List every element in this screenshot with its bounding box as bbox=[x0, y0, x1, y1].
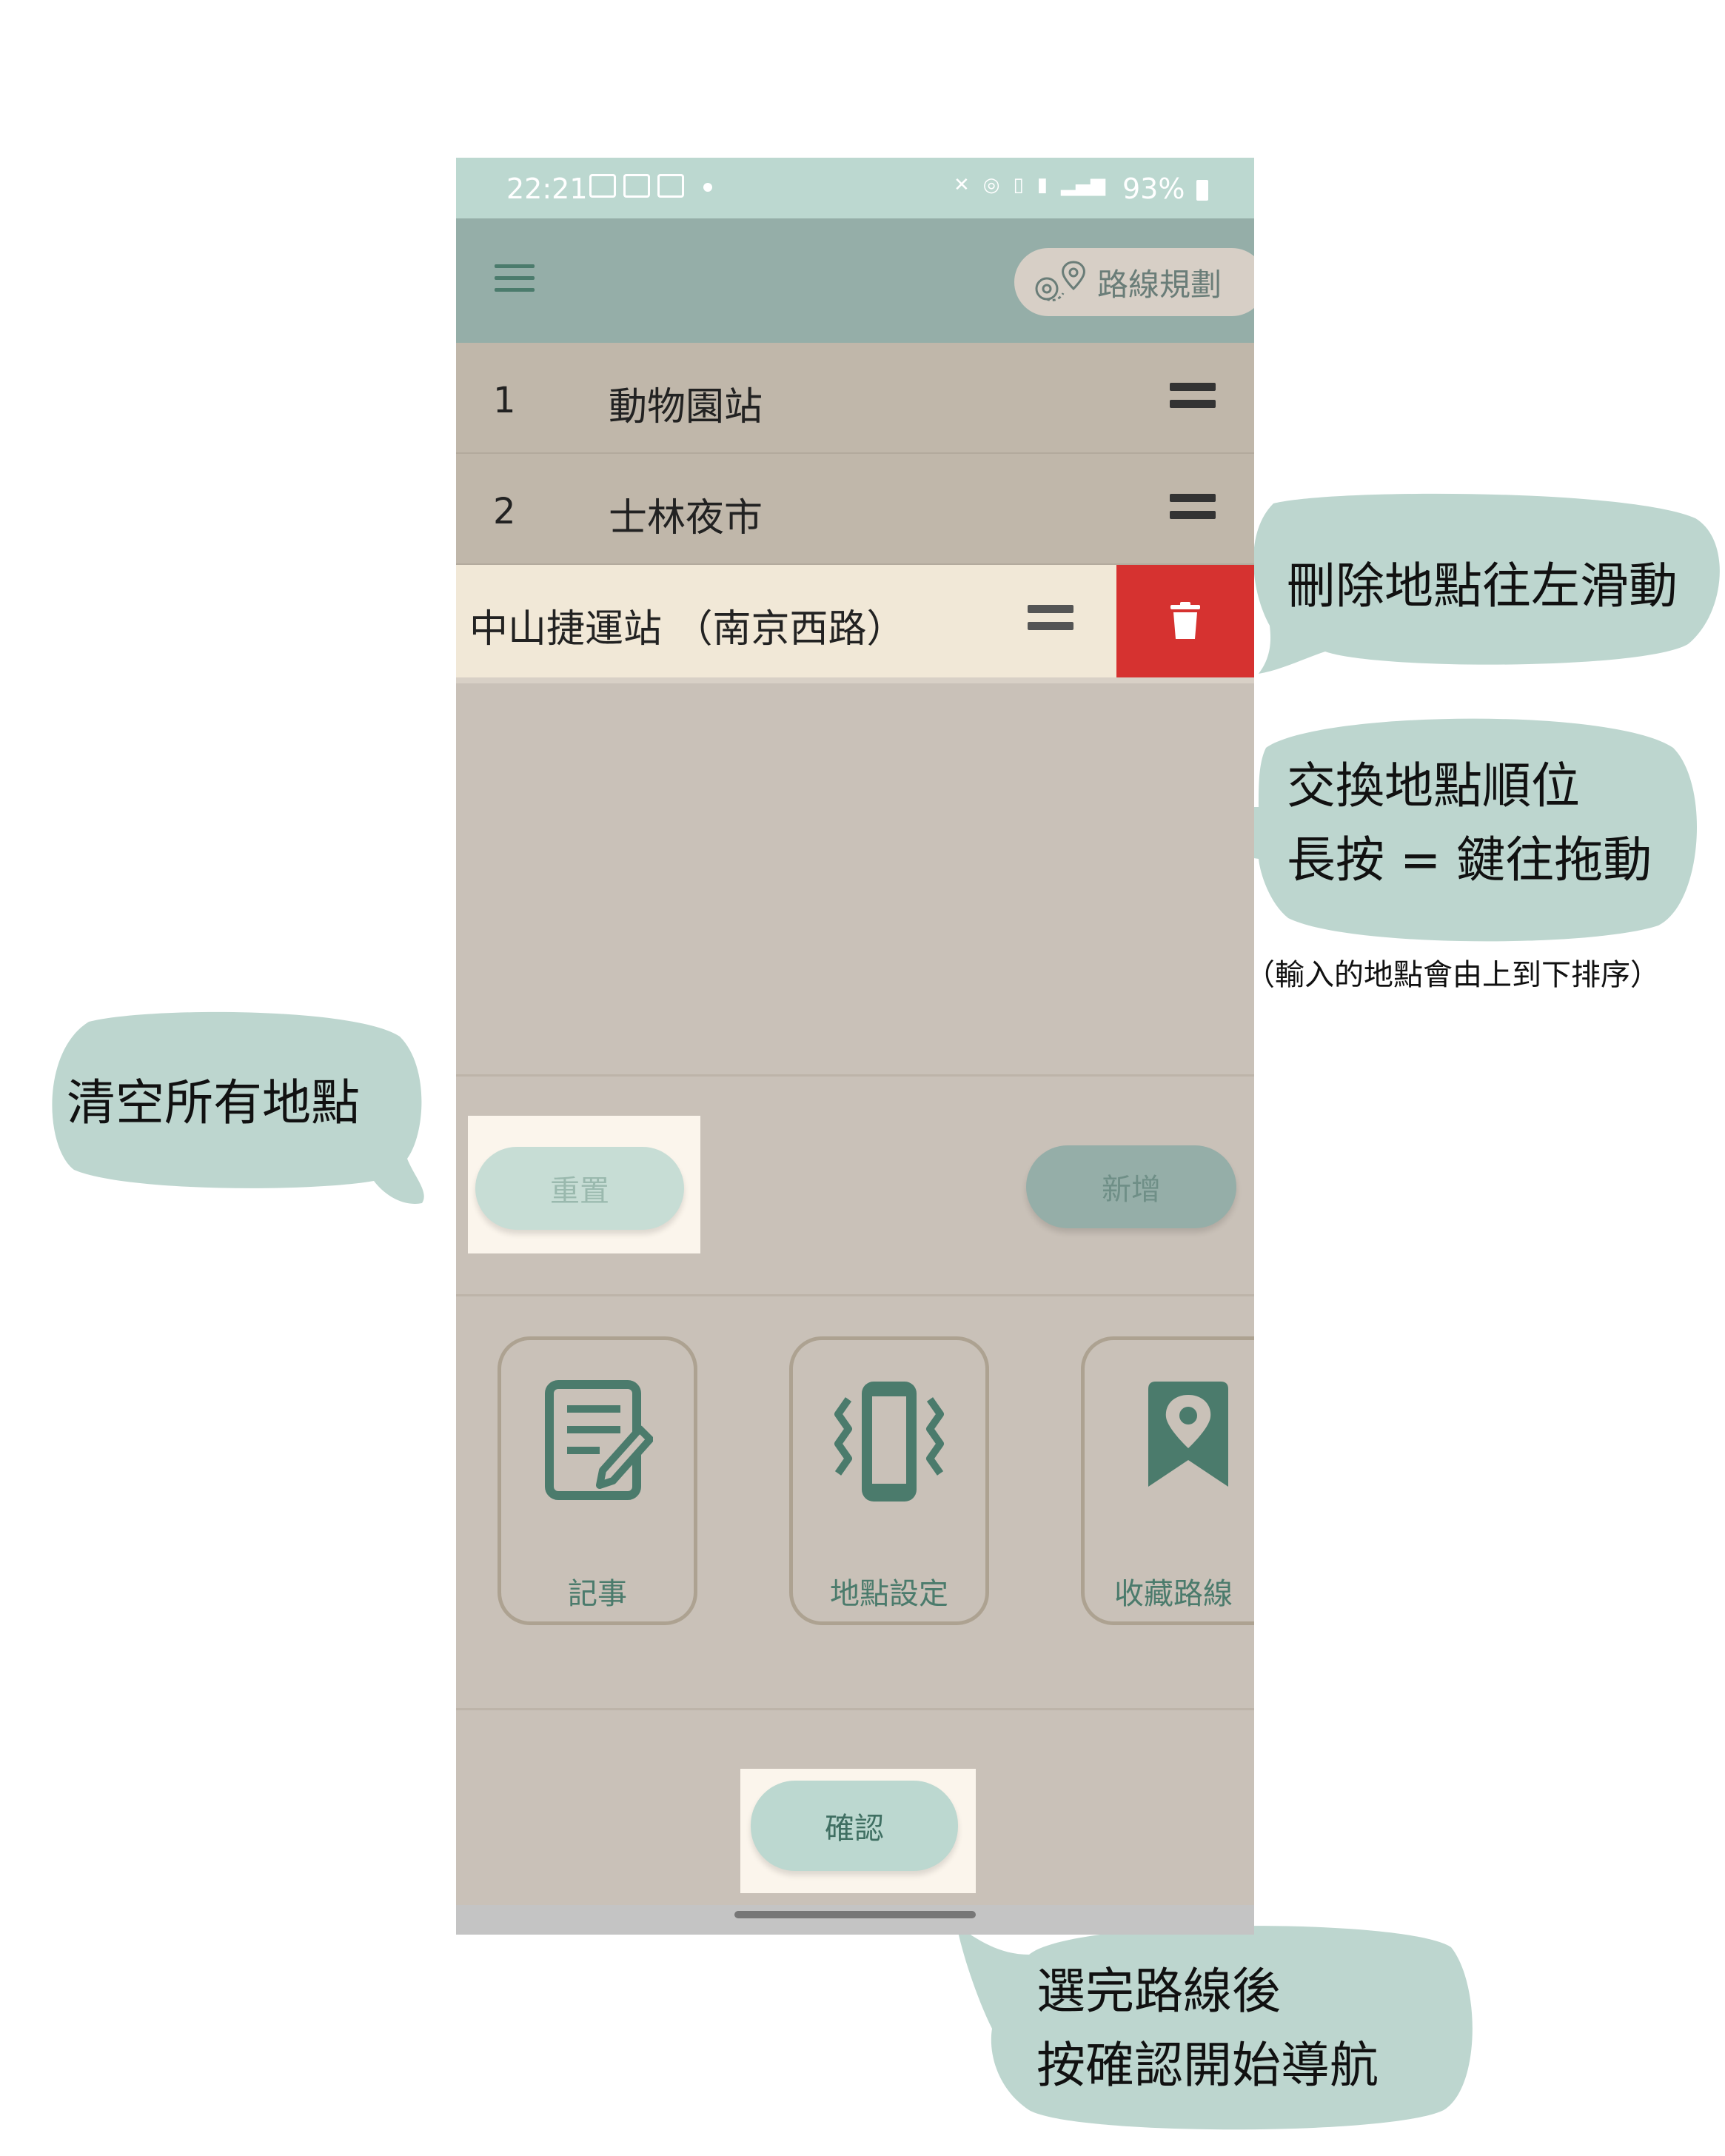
phone-vibrate-icon bbox=[834, 1382, 944, 1502]
image-icon bbox=[589, 174, 616, 198]
menu-icon[interactable] bbox=[495, 264, 535, 294]
drag-handle-icon[interactable] bbox=[1170, 494, 1216, 520]
mute-icon: ✕ bbox=[954, 174, 970, 196]
divider bbox=[456, 1294, 1254, 1296]
drag-handle-icon[interactable] bbox=[1170, 383, 1216, 409]
row-shadow bbox=[456, 677, 1254, 683]
annotation-swap-line2: 長按 = 鍵往拖動 bbox=[1287, 831, 1652, 888]
stop-index: 2 bbox=[493, 491, 516, 532]
feature-label: 收藏路線 bbox=[1114, 1577, 1233, 1611]
phone-screen: 22:21 ✕ ◎ ▯ ▮ ▂▄▆ 93% 路線規劃 1 動物園站 2 士林夜市… bbox=[456, 158, 1254, 1935]
reset-button[interactable]: 重置 bbox=[475, 1147, 684, 1230]
route-pins-icon bbox=[1035, 261, 1085, 302]
annotation-confirm-line2: 按確認開始導航 bbox=[1036, 2037, 1379, 2094]
annotation-clear: 清空所有地點 bbox=[67, 1074, 360, 1131]
status-time: 22:21 bbox=[506, 173, 588, 205]
drag-handle-icon[interactable] bbox=[1028, 605, 1073, 632]
hotspot-icon: ◎ bbox=[982, 174, 1000, 196]
volte-icon: ▯ bbox=[1013, 174, 1024, 196]
feature-card-location-settings[interactable]: 地點設定 bbox=[789, 1336, 989, 1625]
trash-icon bbox=[1170, 602, 1200, 639]
signal-bars-icon: ▂▄▆ bbox=[1061, 174, 1106, 196]
stop-index: 1 bbox=[493, 380, 516, 421]
system-status-icons: ✕ ◎ ▯ ▮ ▂▄▆ bbox=[954, 174, 1105, 196]
app-bar: 路線規劃 bbox=[456, 218, 1254, 343]
feature-card-notes[interactable]: 記事 bbox=[498, 1336, 697, 1625]
annotation-swap-line1: 交換地點順位 bbox=[1287, 757, 1580, 814]
feature-label: 地點設定 bbox=[830, 1577, 948, 1611]
navigation-bar bbox=[456, 1905, 1254, 1935]
notes-icon bbox=[545, 1380, 653, 1500]
annotation-confirm-line1: 選完路線後 bbox=[1036, 1963, 1281, 2020]
stop-name: 動物園站 bbox=[609, 385, 763, 429]
stop-name: 士林夜市 bbox=[609, 496, 763, 540]
more-notifications-icon bbox=[703, 183, 712, 192]
home-gesture-handle[interactable] bbox=[734, 1911, 976, 1918]
stop-row[interactable]: 2 士林夜市 bbox=[456, 454, 1254, 565]
stop-name: 中山捷運站 （南京西路） bbox=[469, 607, 905, 652]
divider bbox=[456, 1708, 1254, 1710]
divider bbox=[456, 1074, 1254, 1077]
webtoon-icon bbox=[657, 174, 684, 198]
signal-4g-icon: ▮ bbox=[1036, 174, 1048, 196]
webtoon-icon bbox=[623, 174, 650, 198]
notification-icons bbox=[589, 174, 684, 198]
delete-button[interactable] bbox=[1116, 565, 1254, 677]
add-button[interactable]: 新增 bbox=[1026, 1145, 1236, 1228]
annotation-swap-note: （輸入的地點會由上到下排序） bbox=[1245, 958, 1660, 992]
stop-row[interactable]: 1 動物園站 bbox=[456, 343, 1254, 454]
bookmark-pin-icon bbox=[1148, 1382, 1228, 1487]
battery-icon bbox=[1196, 180, 1208, 201]
route-plan-button[interactable]: 路線規劃 bbox=[1014, 248, 1254, 316]
battery-percent: 93% bbox=[1122, 173, 1185, 205]
route-plan-label: 路線規劃 bbox=[1097, 266, 1222, 303]
annotation-delete: 刪除地點往左滑動 bbox=[1287, 558, 1678, 615]
confirm-button[interactable]: 確認 bbox=[751, 1781, 958, 1871]
feature-label: 記事 bbox=[568, 1577, 627, 1611]
status-bar: 22:21 ✕ ◎ ▯ ▮ ▂▄▆ 93% bbox=[456, 158, 1254, 218]
feature-card-saved-routes[interactable]: 收藏路線 bbox=[1081, 1336, 1254, 1625]
